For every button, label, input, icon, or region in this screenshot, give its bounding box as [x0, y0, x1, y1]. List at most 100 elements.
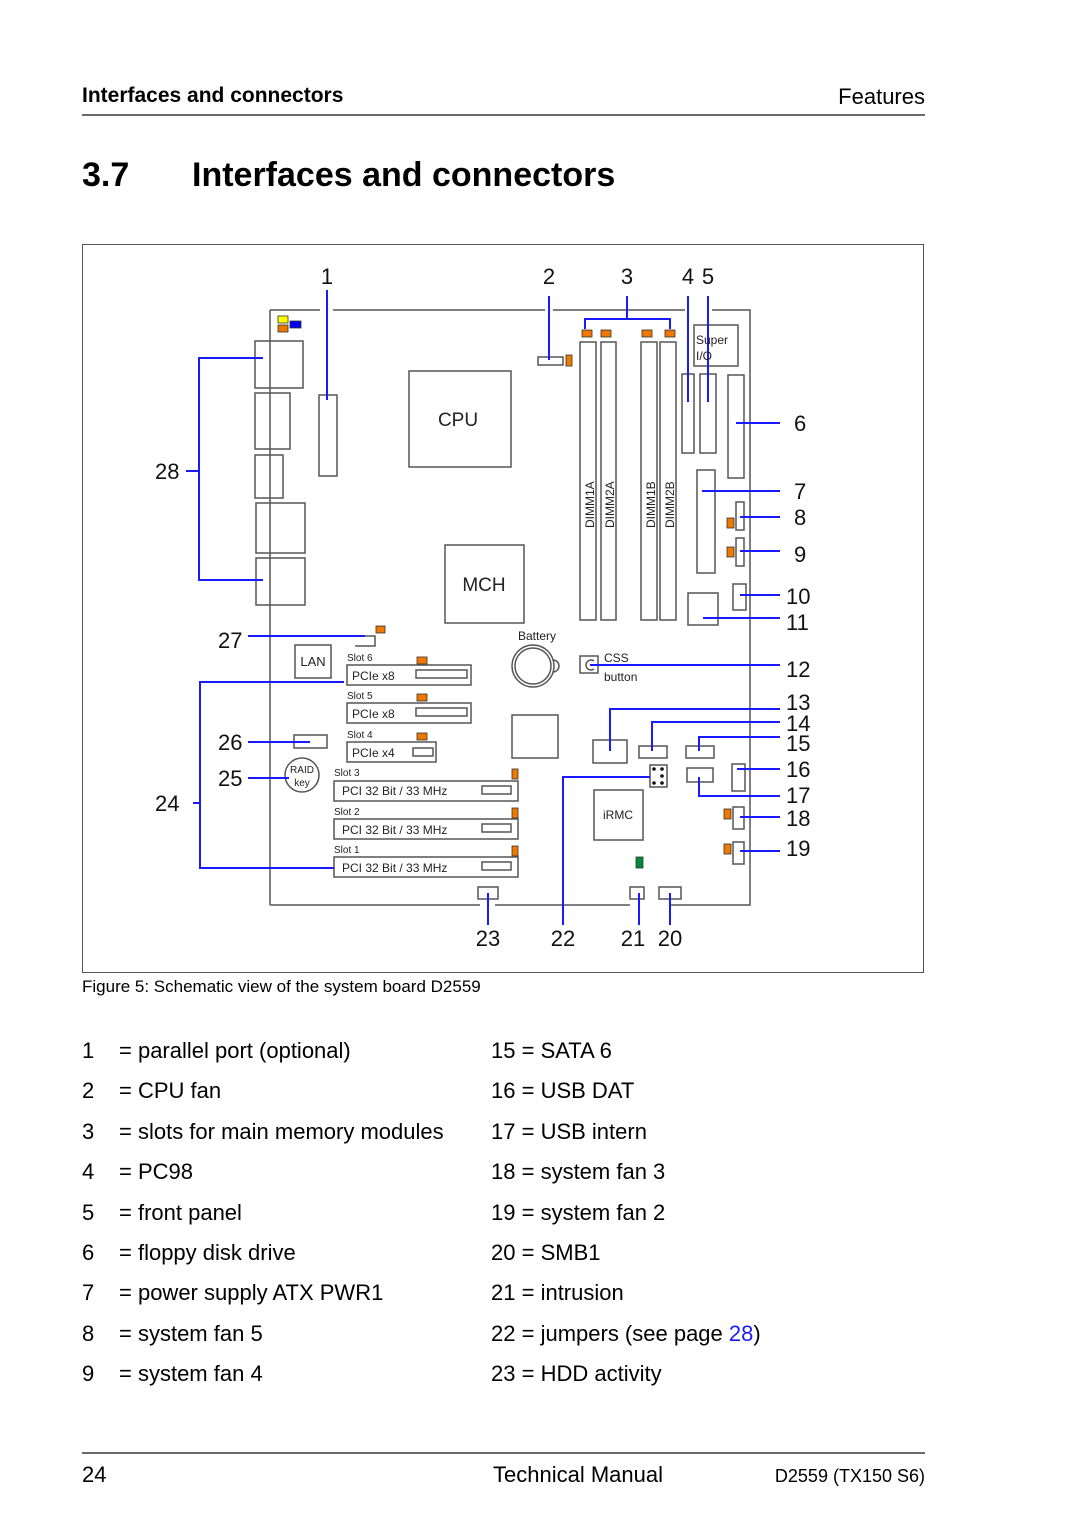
- legend-item: 2 = CPU fan: [82, 1078, 444, 1118]
- callout-9: 9: [794, 542, 806, 567]
- callout-21: 21: [621, 926, 645, 951]
- slot-6-led: [416, 656, 428, 665]
- legend-item: 6 = floppy disk drive: [82, 1240, 444, 1280]
- dimm-2b-label: DIMM2B: [663, 481, 677, 528]
- slot-4-led: [416, 732, 428, 741]
- page-link[interactable]: 28: [729, 1321, 753, 1346]
- legend-text: = CPU fan: [119, 1078, 222, 1104]
- model-designation: D2559 (TX150 S6): [774, 1466, 925, 1486]
- legend-item: 20 = SMB1: [491, 1240, 761, 1280]
- legend-item: 7 = power supply ATX PWR1: [82, 1280, 444, 1320]
- legend-number: 8: [82, 1320, 95, 1346]
- connector-10: [732, 583, 747, 611]
- legend-item: 1 = parallel port (optional): [82, 1038, 444, 1078]
- legend-text: = floppy disk drive: [119, 1239, 296, 1265]
- dimm-1a-led: [581, 329, 593, 338]
- slot-1-type: PCI 32 Bit / 33 MHz: [342, 861, 447, 875]
- leader-13: [609, 708, 780, 751]
- legend-number: 3: [82, 1118, 95, 1144]
- legend-text: = USB intern: [521, 1118, 647, 1144]
- jumper-pin: [652, 781, 656, 785]
- rear-io-port-3: [254, 454, 284, 499]
- legend-item: 5 = front panel: [82, 1200, 444, 1240]
- connector-11: [687, 592, 719, 626]
- callout-3: 3: [621, 264, 633, 289]
- system-fan-2-led: [723, 843, 732, 855]
- leader-3: [584, 296, 671, 329]
- legend-number: 19: [491, 1199, 516, 1225]
- legend-number: 9: [82, 1361, 95, 1387]
- system-fan-4-led: [726, 546, 735, 558]
- legend-number: 5: [82, 1199, 95, 1225]
- connector-27: [355, 635, 376, 647]
- legend-number: 17: [491, 1118, 516, 1144]
- connector-27-led: [375, 625, 386, 634]
- led-green: [635, 856, 644, 869]
- rear-io-port-5: [255, 557, 306, 606]
- callout-23: 23: [476, 926, 500, 951]
- slot-3-name: Slot 3: [334, 768, 360, 779]
- slot-1-name: Slot 1: [334, 845, 360, 856]
- legend-number: 4: [82, 1159, 95, 1185]
- legend-text: = jumpers (see page: [521, 1320, 729, 1346]
- legend-text: = system fan 3: [521, 1159, 666, 1185]
- legend-text: = system fan 2: [521, 1199, 666, 1225]
- legend-text: = PC98: [119, 1159, 193, 1185]
- led-blue: [289, 320, 302, 329]
- mch-label: MCH: [462, 575, 505, 596]
- legend-item: 8 = system fan 5: [82, 1321, 444, 1361]
- legend-item: 17 = USB intern: [491, 1119, 761, 1159]
- jumper-pin: [660, 767, 664, 771]
- leader-24: [193, 681, 344, 869]
- slot-1-connector: [481, 861, 512, 871]
- rear-io-port-2: [254, 392, 291, 450]
- legend-text: = SMB1: [521, 1239, 601, 1265]
- system-fan-2-connector: [732, 841, 745, 865]
- system-board-schematic: CPU MCH Super I/O DIMM1A DIMM2A DIMM1B D…: [155, 264, 810, 951]
- slot-5-name: Slot 5: [347, 691, 373, 702]
- legend-text: = intrusion: [521, 1280, 624, 1306]
- slot-5-led: [416, 693, 428, 702]
- callout-19: 19: [786, 836, 810, 861]
- legend-text: = USB DAT: [521, 1078, 635, 1104]
- legend-number: 2: [82, 1078, 95, 1104]
- dimm-1b-led: [641, 329, 653, 338]
- system-fan-3-led: [723, 808, 732, 820]
- legend-item: 23 = HDD activity: [491, 1361, 761, 1401]
- callout-5: 5: [702, 264, 714, 289]
- legend-number: 1: [82, 1038, 95, 1063]
- leader-28: [186, 357, 263, 581]
- callout-26: 26: [218, 730, 242, 755]
- jumper-pin: [660, 781, 664, 785]
- super-io-label-1: Super: [696, 333, 728, 347]
- dimm-slot-1a: [579, 341, 597, 621]
- figure-caption: Figure 5: Schematic view of the system b…: [82, 977, 481, 996]
- legend-item: 9 = system fan 4: [82, 1361, 444, 1401]
- parallel-port: [318, 394, 338, 477]
- legend-text: = system fan 4: [119, 1361, 263, 1387]
- slot-2-type: PCI 32 Bit / 33 MHz: [342, 823, 447, 837]
- chip-unlabeled: [511, 714, 559, 759]
- dimm-2a-led: [600, 329, 612, 338]
- cpu-label: CPU: [438, 410, 478, 431]
- callout-11: 11: [786, 610, 809, 635]
- callout-12: 12: [786, 657, 810, 682]
- callout-27: 27: [218, 628, 242, 653]
- legend-number: 6: [82, 1239, 95, 1265]
- dimm-2a-label: DIMM2A: [603, 481, 617, 528]
- slot-3-type: PCI 32 Bit / 33 MHz: [342, 784, 447, 798]
- legend-item: 15 = SATA 6: [491, 1038, 761, 1078]
- battery-inner: [514, 647, 552, 685]
- callout-15: 15: [786, 731, 810, 756]
- slot-2-connector: [481, 823, 512, 833]
- system-fan-5-led: [726, 517, 735, 529]
- callout-17: 17: [786, 783, 810, 808]
- leader-17: [698, 777, 780, 797]
- raid-key-label-1: RAID: [290, 765, 314, 776]
- legend-text: = power supply ATX PWR1: [119, 1280, 384, 1306]
- legend-text: = slots for main memory modules: [119, 1118, 444, 1144]
- dimm-1b-label: DIMM1B: [644, 481, 658, 528]
- dimm-slot-1b: [640, 341, 658, 621]
- css-label-1: CSS: [604, 651, 629, 665]
- legend-column-right: 15 = SATA 6 16 = USB DAT 17 = USB intern…: [491, 1038, 761, 1402]
